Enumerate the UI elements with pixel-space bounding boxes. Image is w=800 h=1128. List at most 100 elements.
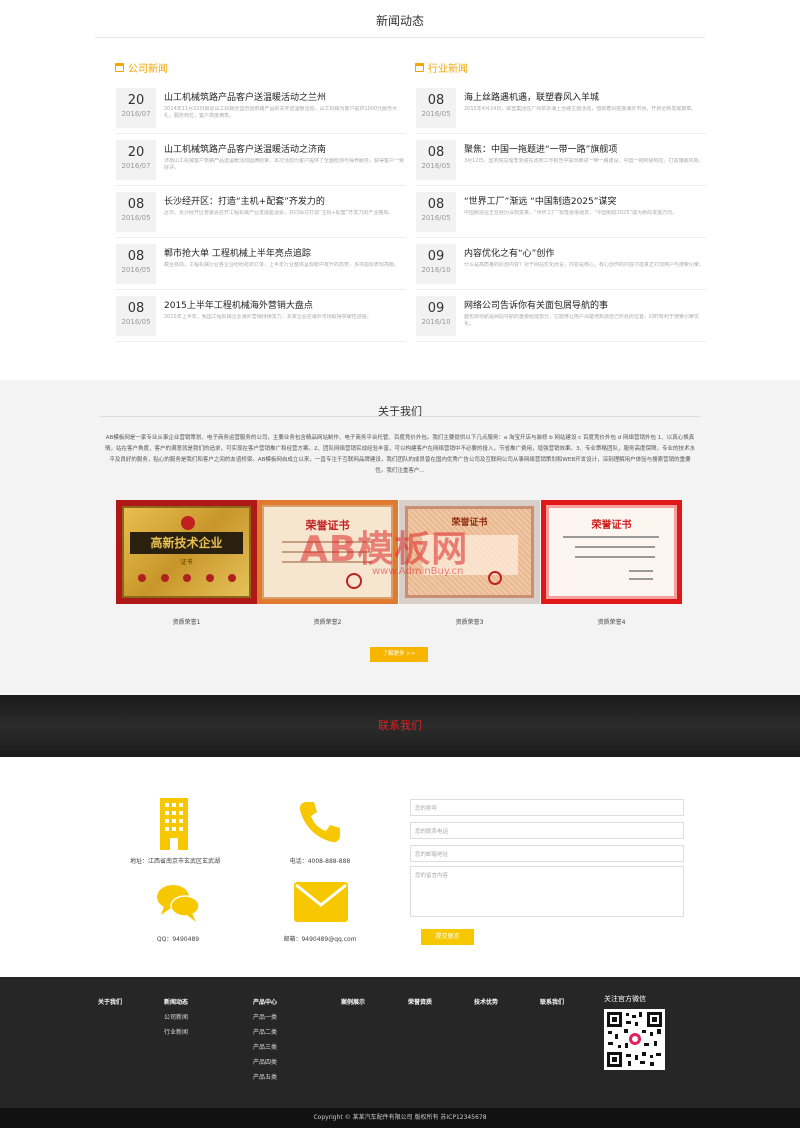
date-year-month: 2016/10 [421, 318, 451, 326]
phone-field[interactable]: 您的联系电话 [410, 822, 684, 839]
news-item-title[interactable]: 山工机械筑路产品客户送温暖活动之兰州 [164, 90, 326, 103]
news-item-title[interactable]: 内容优化之有“心”创作 [464, 246, 554, 259]
news-section-title: 新闻动态 [375, 14, 424, 28]
watermark-url: www.AdminBuy.cn [372, 566, 464, 577]
date-year-month: 2016/05 [121, 266, 151, 274]
date-badge: 08 2016/05 [416, 140, 456, 180]
certificate-image[interactable]: 荣誉证书 [541, 500, 682, 604]
news-item[interactable]: 08 2016/05 长沙经开区：打造“主机+配套”齐发力的 近日，长沙经开区管委… [116, 192, 406, 238]
learn-more-button[interactable]: 了解更多 >> [370, 647, 428, 662]
date-day: 09 [427, 249, 445, 264]
address-text: 地址：江西省南京市玄武区玄武湖 [129, 858, 220, 865]
qq-text: QQ：9490489 [156, 936, 200, 943]
date-day: 08 [427, 93, 445, 108]
news-item-title[interactable]: 网络公司告诉你有关面包屑导航的事 [464, 298, 608, 311]
news-item-summary: 2014年11月22日启动山工机械全国范围筑路产品的关怀送温暖活动，山工机械为客… [164, 106, 398, 119]
date-day: 08 [427, 145, 445, 160]
news-item-summary: 近日，长沙经开区管委会召开工程机械产业发展座谈会，共同探讨打造“主机+配套”齐发… [164, 210, 394, 216]
about-description: AB模板网是一家专业从事企业营销策划、电子商务运营服务的公司，主要业务包含精品网… [105, 435, 695, 474]
certificate-image[interactable]: 高新技术企业 证书 [116, 500, 257, 604]
news-item-summary: 3月12日，国务院总理李克强在政府工作报告中提出推进一带一路建设，中国一拖积极响… [464, 158, 704, 164]
footer-link[interactable]: 产品一类 [253, 1012, 277, 1021]
news-item-title[interactable]: 聚焦：中国一拖题进“一带一路”旗舰项 [464, 142, 617, 155]
date-year-month: 2016/07 [121, 110, 151, 118]
date-year-month: 2016/05 [121, 318, 151, 326]
footer-link[interactable]: 行业新闻 [164, 1027, 188, 1036]
envelope-icon [294, 882, 348, 922]
calendar-icon [415, 63, 424, 72]
footer-link[interactable]: 产品五类 [253, 1072, 277, 1081]
date-year-month: 2016/05 [421, 214, 451, 222]
news-item-title[interactable]: 山工机械筑路产品客户送温暖活动之济南 [164, 142, 326, 155]
news-item[interactable]: 09 2016/10 网络公司告诉你有关面包屑导航的事 面包屑导航是网站导航的重要… [416, 296, 706, 342]
footer-link[interactable]: 公司新闻 [164, 1012, 188, 1021]
date-badge: 08 2016/05 [116, 296, 156, 336]
news-item-summary: 截至目前，工程机械行业各企业纷纷抢抓订单，上半年行业整体呈现稳中有升的态势，多项… [164, 262, 400, 268]
news-item[interactable]: 20 2016/07 山工机械筑路产品客户送温暖活动之兰州 2014年11月22日… [116, 88, 406, 134]
news-item-summary: 2015年4月24日，联塑集团在广州举办海上丝路主题活动，借助春风拓展海外市场，… [464, 106, 697, 112]
news-item[interactable]: 08 2016/05 郸市抢大单 工程机械上半年亮点追踪 截至目前，工程机械行业各… [116, 244, 406, 290]
date-day: 08 [127, 301, 145, 316]
certificate-text: 高新技术企业 [130, 532, 243, 554]
certificate-caption: 资质荣誉3 [455, 619, 484, 626]
date-day: 08 [127, 197, 145, 212]
industry-news-heading[interactable]: 行业新闻 [415, 60, 468, 75]
certificate-caption: 资质荣誉2 [313, 619, 342, 626]
certificate-text: 荣誉证书 [591, 520, 632, 531]
news-item[interactable]: 08 2016/05 聚焦：中国一拖题进“一带一路”旗舰项 3月12日，国务院总理… [416, 140, 706, 186]
news-item[interactable]: 08 2016/05 “世界工厂”渐远 “中国制造2025”谋突 中国制造业正在经… [416, 192, 706, 238]
certificate-caption: 资质荣誉4 [597, 619, 626, 626]
footer-column-heading[interactable]: 技术优势 [474, 997, 498, 1006]
news-item[interactable]: 20 2016/07 山工机械筑路产品客户送温暖活动之济南 济南山工机械客户筑路产… [116, 140, 406, 186]
news-item-title[interactable]: 2015上半年工程机械海外营销大盘点 [164, 298, 313, 311]
certificate-subtext: 证书 [180, 559, 193, 566]
contact-section-title: 联系我们 [378, 719, 422, 732]
date-day: 20 [127, 93, 145, 108]
divider [95, 37, 705, 38]
news-item-summary: 济南山工机械客户筑路产品送温暖活动圆满结束，本次活动为客户提供了全面检测与保养服… [164, 158, 405, 171]
date-year-month: 2016/07 [121, 162, 151, 170]
footer-column-heading[interactable]: 新闻动态 [164, 997, 188, 1006]
email-text: 邮箱：9490489@qq.com [283, 936, 357, 943]
name-field[interactable]: 您的称呼 [410, 799, 684, 816]
company-news-heading[interactable]: 公司新闻 [115, 60, 168, 75]
footer-link[interactable]: 产品三类 [253, 1042, 277, 1051]
date-badge: 08 2016/05 [416, 88, 456, 128]
date-day: 20 [127, 145, 145, 160]
submit-button[interactable]: 提交留言 [421, 929, 474, 945]
footer-column-heading[interactable]: 关于我们 [98, 997, 122, 1006]
date-year-month: 2016/05 [121, 214, 151, 222]
news-item-summary: 什么是高质量的原创内容？对于网站优化而言，内容是核心，有心创作的内容才能真正打动… [464, 262, 705, 268]
news-item[interactable]: 08 2016/05 2015上半年工程机械海外营销大盘点 2015年上半年，我国… [116, 296, 406, 342]
date-year-month: 2016/10 [421, 266, 451, 274]
news-item-summary: 2015年上半年，我国工程机械企业海外营销持续发力，多家企业在海外市场取得突破性… [164, 314, 372, 320]
news-item-title[interactable]: 海上丝路遇机遇，联塑春风入羊城 [464, 90, 599, 103]
news-item-summary: 中国制造业正在经历深刻变革，“世界工厂”标签逐渐褪去，“中国制造2025”成为新… [464, 210, 678, 216]
date-badge: 09 2016/10 [416, 296, 456, 336]
copyright: Copyright © 某某汽车配件有限公司 版权所有 苏ICP12345678 [0, 1108, 800, 1128]
building-icon [160, 798, 188, 850]
calendar-icon [115, 63, 124, 72]
news-item[interactable]: 08 2016/05 海上丝路遇机遇，联塑春风入羊城 2015年4月24日，联塑集… [416, 88, 706, 134]
date-badge: 09 2016/10 [416, 244, 456, 284]
news-item[interactable]: 09 2016/10 内容优化之有“心”创作 什么是高质量的原创内容？对于网站优化… [416, 244, 706, 290]
date-day: 08 [127, 249, 145, 264]
footer-column-heading[interactable]: 产品中心 [253, 997, 277, 1006]
news-item-title[interactable]: 郸市抢大单 工程机械上半年亮点追踪 [164, 246, 311, 259]
news-item-title[interactable]: “世界工厂”渐远 “中国制造2025”谋突 [464, 194, 616, 207]
news-item-title[interactable]: 长沙经开区：打造“主机+配套”齐发力的 [164, 194, 325, 207]
divider [100, 416, 700, 417]
phone-icon [299, 802, 340, 843]
date-badge: 08 2016/05 [116, 192, 156, 232]
chat-icon [157, 885, 200, 922]
footer-column-heading[interactable]: 联系我们 [540, 997, 564, 1006]
footer-link[interactable]: 产品四类 [253, 1057, 277, 1066]
footer-column-heading[interactable]: 案例展示 [341, 997, 365, 1006]
qr-code-icon [604, 1009, 665, 1070]
message-field[interactable]: 您的留言内容 [410, 866, 684, 917]
footer-column-heading[interactable]: 荣誉资质 [408, 997, 432, 1006]
email-field[interactable]: 您的邮箱地址 [410, 845, 684, 862]
date-badge: 08 2016/05 [416, 192, 456, 232]
footer-link[interactable]: 产品二类 [253, 1027, 277, 1036]
date-badge: 08 2016/05 [116, 244, 156, 284]
